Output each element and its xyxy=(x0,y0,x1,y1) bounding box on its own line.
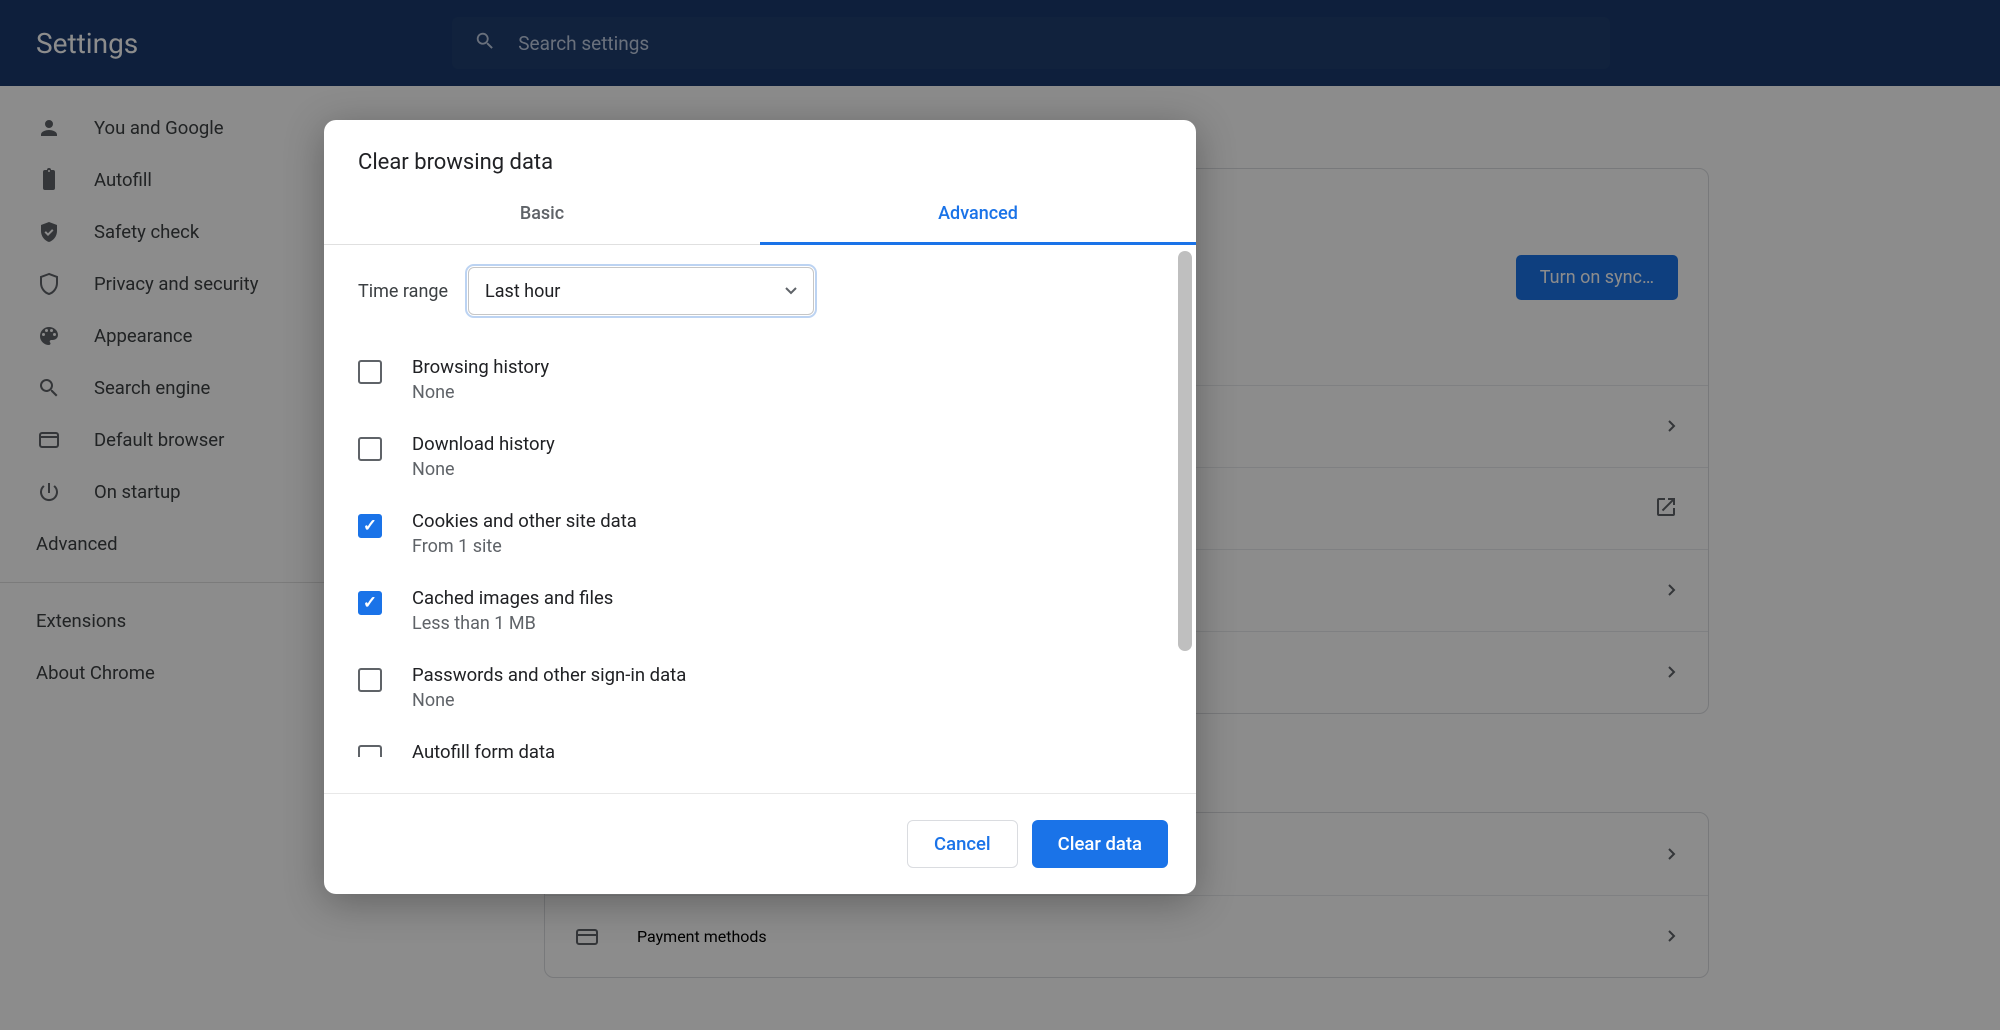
checkbox-label: Browsing history xyxy=(412,356,549,378)
dialog-footer: Cancel Clear data xyxy=(324,793,1196,894)
checkbox-label: Cached images and files xyxy=(412,587,613,609)
tab-advanced[interactable]: Advanced xyxy=(760,185,1196,245)
checkbox[interactable] xyxy=(358,668,382,692)
checkbox-row-browsing-history[interactable]: Browsing history None xyxy=(358,341,1162,418)
cancel-button[interactable]: Cancel xyxy=(907,820,1018,868)
checkbox[interactable] xyxy=(358,437,382,461)
clear-data-button[interactable]: Clear data xyxy=(1032,820,1168,868)
checkbox-sublabel: None xyxy=(412,382,549,403)
checkbox-row-cached-images[interactable]: Cached images and files Less than 1 MB xyxy=(358,572,1162,649)
tab-basic[interactable]: Basic xyxy=(324,185,760,244)
checkbox-sublabel: None xyxy=(412,690,686,711)
clear-browsing-data-dialog: Clear browsing data Basic Advanced Time … xyxy=(324,120,1196,894)
checkbox[interactable] xyxy=(358,745,382,757)
checkbox[interactable] xyxy=(358,360,382,384)
checkbox-label: Passwords and other sign-in data xyxy=(412,664,686,686)
dialog-tabs: Basic Advanced xyxy=(324,185,1196,245)
time-range-select[interactable]: Last hour xyxy=(468,267,814,315)
checkbox-label: Autofill form data xyxy=(412,741,555,763)
checkbox[interactable] xyxy=(358,514,382,538)
checkbox[interactable] xyxy=(358,591,382,615)
checkbox-sublabel: From 1 site xyxy=(412,536,637,557)
dialog-body: Time range Last hour Browsing history No… xyxy=(324,245,1196,793)
checkbox-row-passwords[interactable]: Passwords and other sign-in data None xyxy=(358,649,1162,726)
checkbox-label: Cookies and other site data xyxy=(412,510,637,532)
checkbox-row-autofill-form-data[interactable]: Autofill form data xyxy=(358,726,1162,778)
checkbox-label: Download history xyxy=(412,433,555,455)
checkbox-sublabel: None xyxy=(412,459,555,480)
checkbox-row-download-history[interactable]: Download history None xyxy=(358,418,1162,495)
dialog-title: Clear browsing data xyxy=(324,120,1196,185)
checkbox-row-cookies[interactable]: Cookies and other site data From 1 site xyxy=(358,495,1162,572)
time-range-label: Time range xyxy=(358,281,448,302)
checkbox-sublabel: Less than 1 MB xyxy=(412,613,613,634)
scrollbar[interactable] xyxy=(1178,251,1192,651)
